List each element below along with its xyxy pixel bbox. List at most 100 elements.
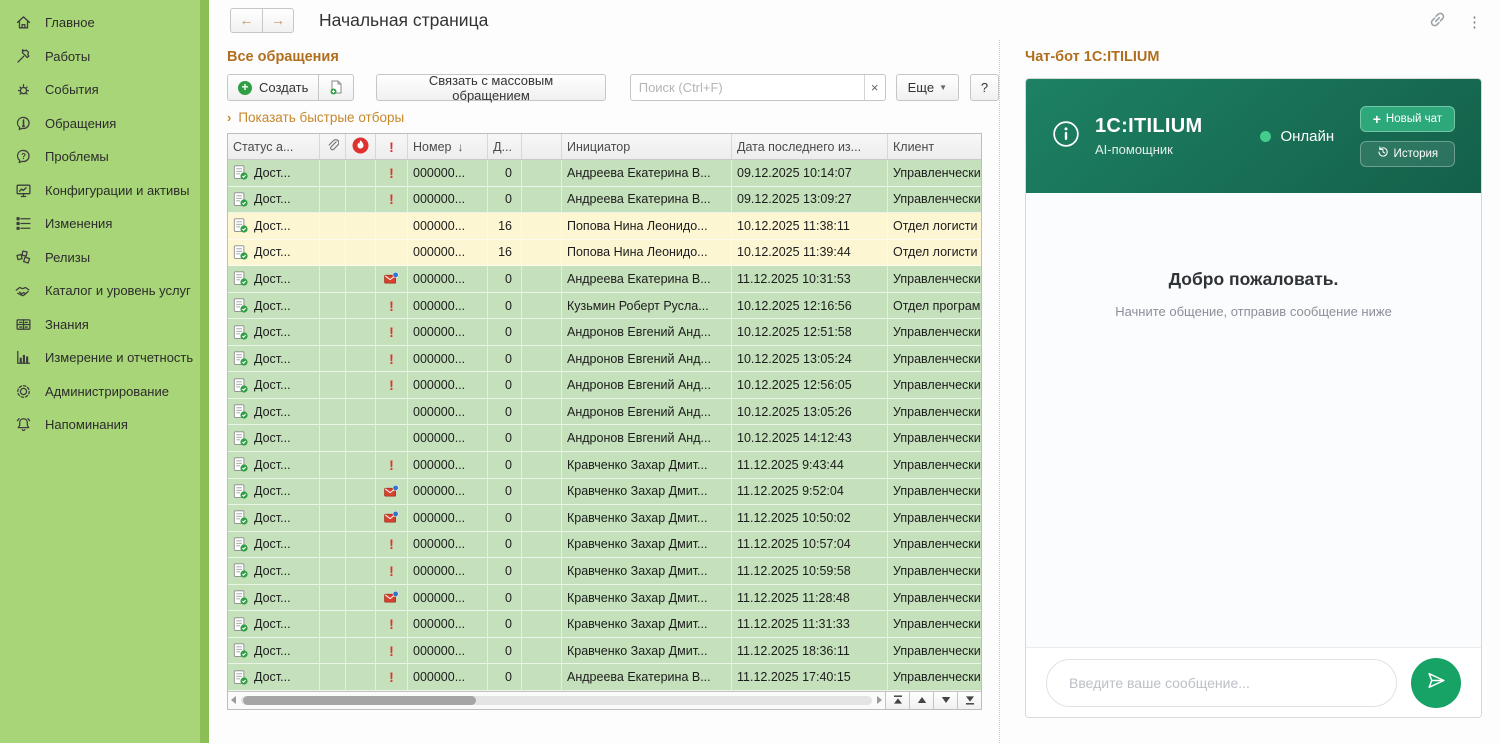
- go-last-button[interactable]: [957, 692, 981, 709]
- sidebar-item-requests[interactable]: Обращения: [0, 107, 200, 141]
- forward-button[interactable]: →: [262, 9, 293, 32]
- sidebar-splitter[interactable]: [200, 0, 209, 743]
- horizontal-scrollbar[interactable]: [228, 692, 885, 709]
- cell-client: Управленчески: [888, 638, 981, 665]
- link-mass-request-button[interactable]: Связать с массовым обращением: [376, 74, 605, 101]
- table-row[interactable]: Дост...000000...0Кравченко Захар Дмит...…: [228, 479, 981, 506]
- cell-num: 000000...: [408, 611, 488, 638]
- history-button[interactable]: История: [1360, 141, 1455, 167]
- cell-status: Дост...: [228, 346, 320, 373]
- cell-gap: [522, 399, 562, 426]
- column-header-Д...[interactable]: Д...: [488, 134, 522, 159]
- table-row[interactable]: Дост...!000000...0Кравченко Захар Дмит..…: [228, 638, 981, 665]
- doc-check-icon: [233, 431, 248, 446]
- table-row[interactable]: Дост...!000000...0Кравченко Захар Дмит..…: [228, 558, 981, 585]
- table-row[interactable]: Дост...!000000...0Андреева Екатерина В..…: [228, 160, 981, 187]
- scroll-right-icon[interactable]: [877, 696, 882, 704]
- quick-filters-toggle[interactable]: › Показать быстрые отборы: [227, 110, 999, 125]
- search-input[interactable]: [631, 75, 864, 100]
- scrollbar-track[interactable]: [241, 696, 872, 705]
- cell-excl: !: [376, 319, 408, 346]
- info-icon[interactable]: [1052, 120, 1080, 153]
- table-row[interactable]: Дост...000000...0Андреева Екатерина В...…: [228, 266, 981, 293]
- cell-clip: [320, 638, 346, 665]
- go-first-button[interactable]: [885, 692, 909, 709]
- column-header-Номер[interactable]: Номер↓: [408, 134, 488, 159]
- cell-clip: [320, 479, 346, 506]
- table-row[interactable]: Дост...000000...0Андронов Евгений Анд...…: [228, 425, 981, 452]
- cell-fire: [346, 532, 376, 559]
- sidebar: ГлавноеРаботыСобытияОбращения?ПроблемыКо…: [0, 0, 200, 743]
- table-row[interactable]: Дост...!000000...0Кузьмин Роберт Русла..…: [228, 293, 981, 320]
- sidebar-item-service-catalog[interactable]: Каталог и уровень услуг: [0, 274, 200, 308]
- doc-check-icon: [233, 510, 248, 525]
- cell-date: 11.12.2025 11:28:48: [732, 585, 888, 612]
- table-row[interactable]: Дост...!000000...0Андронов Евгений Анд..…: [228, 372, 981, 399]
- create-by-copy-button[interactable]: [318, 75, 353, 100]
- table-row[interactable]: Дост...!000000...0Андронов Евгений Анд..…: [228, 319, 981, 346]
- mail-icon: [384, 485, 399, 498]
- cell-excl: !: [376, 452, 408, 479]
- column-header-Дата последнего из...[interactable]: Дата последнего из...: [732, 134, 888, 159]
- column-header-Инициатор[interactable]: Инициатор: [562, 134, 732, 159]
- cell-days: 16: [488, 213, 522, 240]
- doc-check-icon: [233, 537, 248, 552]
- table-row[interactable]: Дост...000000...16Попова Нина Леонидо...…: [228, 240, 981, 267]
- go-up-button[interactable]: [909, 692, 933, 709]
- create-button[interactable]: + Создать: [228, 75, 318, 100]
- sidebar-item-configurations[interactable]: Конфигурации и активы: [0, 174, 200, 208]
- table-row[interactable]: Дост...000000...0Андронов Евгений Анд...…: [228, 399, 981, 426]
- column-header-fire-icon[interactable]: [346, 134, 376, 159]
- sidebar-item-reporting[interactable]: Измерение и отчетность: [0, 341, 200, 375]
- cell-init: Андронов Евгений Анд...: [562, 425, 732, 452]
- sidebar-item-works[interactable]: Работы: [0, 40, 200, 74]
- scrollbar-thumb[interactable]: [243, 696, 476, 705]
- column-header-blank[interactable]: [522, 134, 562, 159]
- table-row[interactable]: Дост...000000...0Кравченко Захар Дмит...…: [228, 505, 981, 532]
- cell-gap: [522, 293, 562, 320]
- help-button[interactable]: ?: [970, 74, 999, 101]
- table-row[interactable]: Дост...!000000...0Андреева Екатерина В..…: [228, 664, 981, 691]
- cell-fire: [346, 240, 376, 267]
- cell-days: 16: [488, 240, 522, 267]
- column-header-paperclip-icon[interactable]: [320, 134, 346, 159]
- table-row[interactable]: Дост...!000000...0Кравченко Захар Дмит..…: [228, 452, 981, 479]
- sidebar-item-administration[interactable]: Администрирование: [0, 375, 200, 409]
- go-down-button[interactable]: [933, 692, 957, 709]
- sidebar-item-knowledge[interactable]: Знания: [0, 308, 200, 342]
- send-button[interactable]: [1411, 658, 1461, 708]
- table-row[interactable]: Дост...000000...0Кравченко Захар Дмит...…: [228, 585, 981, 612]
- sidebar-item-main[interactable]: Главное: [0, 6, 200, 40]
- sidebar-item-problems[interactable]: ?Проблемы: [0, 140, 200, 174]
- more-button[interactable]: Еще▼: [896, 74, 959, 101]
- sidebar-item-label: Измерение и отчетность: [45, 350, 193, 365]
- chat-input-bar: [1026, 647, 1481, 717]
- cell-excl: !: [376, 558, 408, 585]
- link-icon[interactable]: [1428, 10, 1447, 34]
- cell-status: Дост...: [228, 240, 320, 267]
- sidebar-item-label: Проблемы: [45, 149, 109, 164]
- table-row[interactable]: Дост...!000000...0Кравченко Захар Дмит..…: [228, 611, 981, 638]
- cell-status: Дост...: [228, 558, 320, 585]
- table-row[interactable]: Дост...!000000...0Андреева Екатерина В..…: [228, 187, 981, 214]
- sidebar-item-events[interactable]: События: [0, 73, 200, 107]
- sidebar-item-changes[interactable]: Изменения: [0, 207, 200, 241]
- sidebar-item-releases[interactable]: Релизы: [0, 241, 200, 275]
- cell-client: Управленчески: [888, 585, 981, 612]
- column-header-![interactable]: !: [376, 134, 408, 159]
- message-input[interactable]: [1047, 675, 1396, 691]
- scroll-left-icon[interactable]: [231, 696, 236, 704]
- column-header-Клиент[interactable]: Клиент: [888, 134, 981, 159]
- sidebar-item-label: Каталог и уровень услуг: [45, 283, 191, 298]
- sidebar-item-reminders[interactable]: Напоминания: [0, 408, 200, 442]
- table-row[interactable]: Дост...000000...16Попова Нина Леонидо...…: [228, 213, 981, 240]
- new-chat-button[interactable]: + Новый чат: [1360, 106, 1455, 132]
- table-row[interactable]: Дост...!000000...0Кравченко Захар Дмит..…: [228, 532, 981, 559]
- table-row[interactable]: Дост...!000000...0Андронов Евгений Анд..…: [228, 346, 981, 373]
- clear-search-button[interactable]: ×: [864, 75, 885, 100]
- cell-gap: [522, 240, 562, 267]
- chat-widget: 1C:ITILIUM AI-помощник Онлайн + Новый ча…: [1025, 78, 1482, 718]
- column-header-Статус а...[interactable]: Статус а...: [228, 134, 320, 159]
- back-button[interactable]: ←: [231, 9, 262, 32]
- more-menu-icon[interactable]: ⋮: [1467, 15, 1482, 30]
